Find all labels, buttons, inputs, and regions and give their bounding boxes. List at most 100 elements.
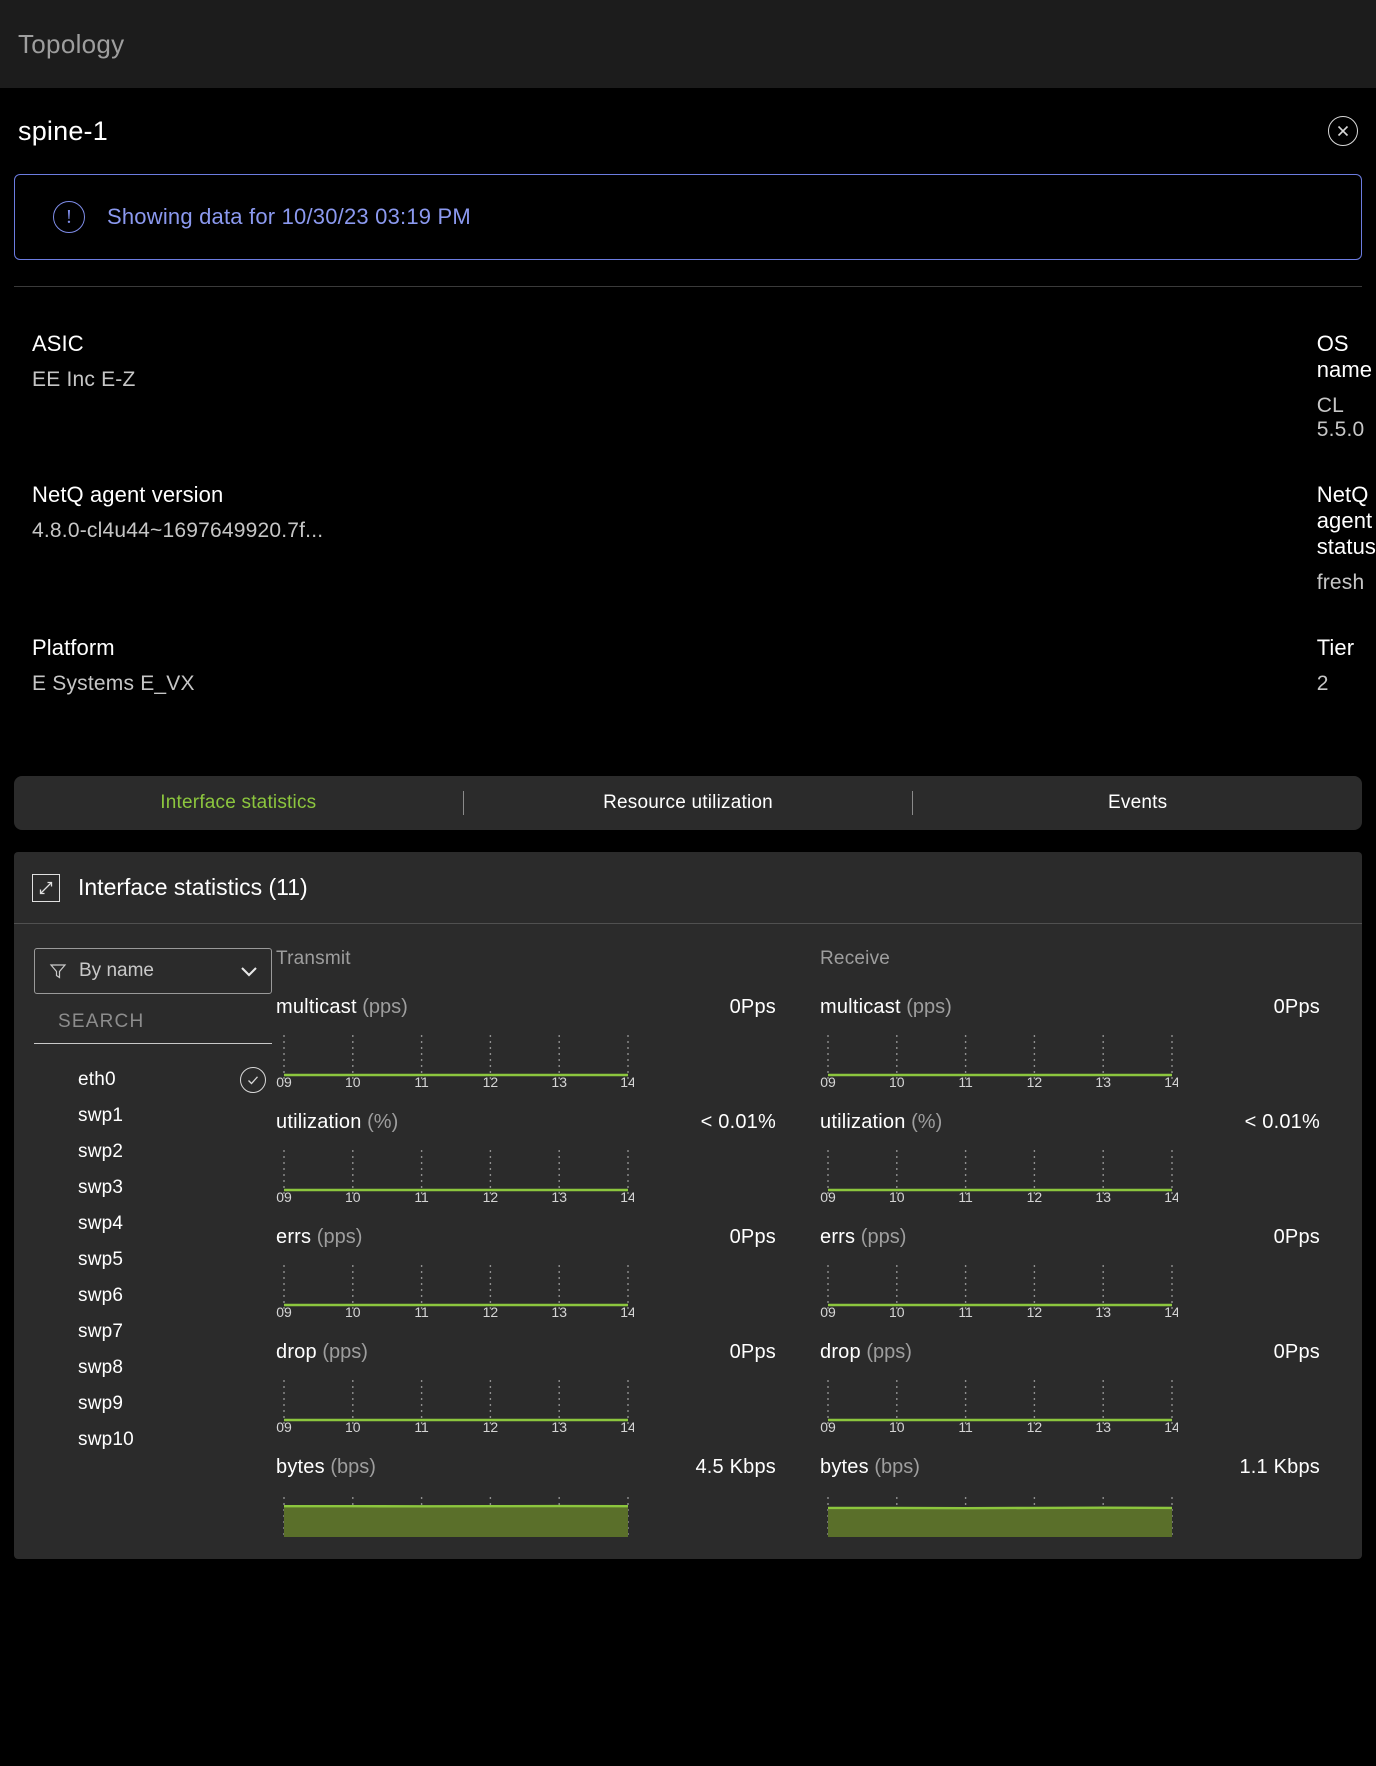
x-tick-label: 11 (414, 1534, 429, 1537)
metric-name: multicast (820, 996, 901, 1018)
chart-utilization-receive: utilization (%)< 0.01%091011121314 (820, 1111, 1352, 1204)
list-item[interactable]: swp7 (34, 1314, 272, 1350)
x-tick-label: 14 (1164, 1074, 1178, 1089)
check-circle-icon (240, 1067, 266, 1093)
x-tick-label: 13 (551, 1304, 567, 1319)
metric-value: 0Pps (730, 1226, 776, 1249)
chart-bytes-receive: bytes (bps)1.1 Kbps091011121314 (820, 1456, 1352, 1537)
column-heading-receive: Receive (820, 948, 1352, 970)
chart-svg: 091011121314 (820, 1261, 1178, 1319)
list-item[interactable]: swp5 (34, 1242, 272, 1278)
x-tick-label: 11 (958, 1534, 973, 1537)
interface-name: swp9 (78, 1393, 266, 1415)
x-tick-label: 13 (1095, 1534, 1111, 1537)
x-tick-label: 13 (1095, 1419, 1111, 1434)
detail-label: NetQ agent version (32, 482, 507, 508)
tab-resource-utilization[interactable]: Resource utilization (464, 792, 913, 814)
search-field[interactable] (34, 1000, 272, 1044)
topbar: Topology (0, 0, 1376, 88)
metric-unit: (pps) (855, 1226, 906, 1248)
panel-body: By name eth0 (14, 924, 1362, 1559)
x-tick-label: 13 (551, 1534, 567, 1537)
detail-netq-agent-status: NetQ agent status fresh (507, 482, 1376, 635)
chart-multicast-receive: multicast (pps)0Pps091011121314 (820, 996, 1352, 1089)
chevron-down-icon (239, 964, 259, 978)
chart-svg: 091011121314 (276, 1146, 634, 1204)
column-heading-transmit: Transmit (276, 948, 808, 970)
chart-header: errs (pps)0Pps (820, 1226, 1352, 1249)
chart-svg: 091011121314 (276, 1261, 634, 1319)
interface-name: swp4 (78, 1213, 266, 1235)
interface-name: swp1 (78, 1105, 266, 1127)
x-tick-label: 14 (1164, 1304, 1178, 1319)
x-tick-label: 09 (276, 1304, 292, 1319)
metric-unit: (%) (362, 1111, 399, 1133)
expand-diagonal-icon[interactable] (32, 874, 60, 902)
chart-header: bytes (bps)1.1 Kbps (820, 1456, 1352, 1479)
x-tick-label: 13 (551, 1419, 567, 1434)
detail-os-name: OS name CL 5.5.0 (507, 331, 1376, 482)
x-tick-label: 09 (820, 1189, 836, 1204)
interface-name: swp2 (78, 1141, 266, 1163)
filter-by-name-select[interactable]: By name (34, 948, 272, 994)
detail-value: CL 5.5.0 (1317, 394, 1376, 442)
interface-name: swp5 (78, 1249, 266, 1271)
x-tick-label: 13 (551, 1074, 567, 1089)
list-item[interactable]: swp9 (34, 1386, 272, 1422)
expand-glyph (37, 879, 55, 897)
detail-label: ASIC (32, 331, 507, 357)
list-item[interactable]: swp4 (34, 1206, 272, 1242)
x-tick-label: 09 (276, 1189, 292, 1204)
chart-bytes-transmit: bytes (bps)4.5 Kbps091011121314 (276, 1456, 808, 1537)
x-tick-label: 12 (1027, 1419, 1043, 1434)
interface-name: swp8 (78, 1357, 266, 1379)
tab-interface-statistics[interactable]: Interface statistics (14, 792, 463, 814)
x-tick-label: 14 (620, 1074, 634, 1089)
tab-events[interactable]: Events (913, 792, 1362, 814)
metric-value: < 0.01% (701, 1111, 776, 1134)
x-tick-label: 09 (820, 1419, 836, 1434)
x-tick-label: 11 (958, 1189, 973, 1204)
metric-unit: (pps) (317, 1341, 368, 1363)
interface-name: swp10 (78, 1429, 266, 1451)
list-item[interactable]: swp8 (34, 1350, 272, 1386)
x-tick-label: 14 (620, 1534, 634, 1537)
list-item[interactable]: eth0 (34, 1062, 272, 1098)
interface-list: eth0 swp1 swp2 swp3 (34, 1062, 272, 1458)
tab-bar: Interface statistics Resource utilizatio… (14, 776, 1362, 830)
x-tick-label: 12 (1027, 1304, 1043, 1319)
x-tick-label: 10 (345, 1419, 361, 1434)
x-tick-label: 12 (483, 1074, 499, 1089)
x-tick-label: 12 (1027, 1534, 1043, 1537)
x-tick-label: 14 (1164, 1189, 1178, 1204)
chart-header: multicast (pps)0Pps (820, 996, 1352, 1019)
filter-label: By name (79, 960, 227, 982)
receive-column: Receive multicast (pps)0Pps091011121314u… (818, 948, 1362, 1559)
list-item[interactable]: swp10 (34, 1422, 272, 1458)
list-item[interactable]: swp1 (34, 1098, 272, 1134)
x-tick-label: 14 (620, 1189, 634, 1204)
chart-header: utilization (%)< 0.01% (276, 1111, 808, 1134)
close-icon[interactable] (1328, 116, 1358, 146)
metric-unit: (pps) (901, 996, 952, 1018)
list-item[interactable]: swp2 (34, 1134, 272, 1170)
banner-text: Showing data for 10/30/23 03:19 PM (107, 204, 471, 230)
metric-unit: (bps) (869, 1456, 920, 1478)
x-tick-label: 14 (620, 1419, 634, 1434)
metric-value: 0Pps (1274, 1341, 1320, 1364)
area-fill (284, 1506, 628, 1537)
list-item[interactable]: swp3 (34, 1170, 272, 1206)
x-tick-label: 12 (1027, 1189, 1043, 1204)
search-input[interactable] (34, 1011, 272, 1033)
list-item[interactable]: swp6 (34, 1278, 272, 1314)
metric-value: 0Pps (730, 1341, 776, 1364)
metric-name: errs (276, 1226, 311, 1248)
x-tick-label: 14 (1164, 1419, 1178, 1434)
detail-label: OS name (1317, 331, 1376, 383)
chart-errs-receive: errs (pps)0Pps 091011121314 (820, 1226, 1352, 1319)
x-tick-label: 10 (889, 1304, 905, 1319)
x-tick-label: 13 (1095, 1074, 1111, 1089)
page-title: Topology (18, 29, 124, 60)
device-header: spine-1 (0, 88, 1376, 174)
banner-container: ! Showing data for 10/30/23 03:19 PM (0, 174, 1376, 287)
